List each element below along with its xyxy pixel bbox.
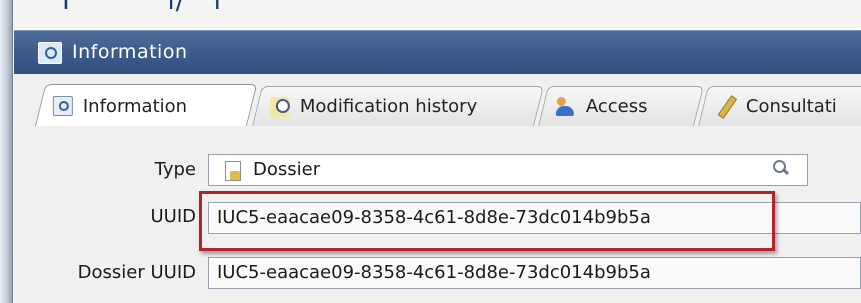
window-frame-left <box>0 0 13 303</box>
window-titlebar: Information <box>14 30 861 74</box>
cropped-heading: T l/ f <box>14 0 861 28</box>
tab-modification-history[interactable]: Modification history <box>252 86 544 126</box>
information-panel: Type Dossier UUID IUC5-eaacae09-8358-4c6… <box>14 126 861 303</box>
tab-consultation[interactable]: Consultati <box>698 86 861 126</box>
dossier-uuid-field[interactable]: IUC5-eaacae09-8358-4c61-8d8e-73dc014b9b5… <box>208 257 861 289</box>
info-window-icon <box>38 42 62 64</box>
tab-information[interactable]: Information <box>34 84 258 127</box>
info-icon <box>52 96 73 116</box>
uuid-label: UUID <box>150 206 196 227</box>
tab-access[interactable]: Access <box>538 86 704 126</box>
tab-label: Modification history <box>299 96 478 117</box>
users-icon <box>556 97 576 117</box>
cropped-heading-text: T l/ f <box>58 0 428 16</box>
type-label: Type <box>154 159 196 180</box>
clock-icon <box>269 96 290 117</box>
dossier-icon <box>225 161 241 181</box>
uuid-field[interactable]: IUC5-eaacae09-8358-4c61-8d8e-73dc014b9b5… <box>208 202 861 234</box>
pen-icon <box>716 97 736 117</box>
type-field[interactable]: Dossier <box>208 154 808 186</box>
tab-label: Access <box>585 96 648 117</box>
tab-label: Information <box>82 95 188 117</box>
tab-label: Consultati <box>745 96 837 117</box>
type-value: Dossier <box>253 159 321 180</box>
tab-bar: Information Modification history Access … <box>14 74 861 127</box>
search-icon[interactable] <box>771 159 789 177</box>
window-title: Information <box>72 41 188 63</box>
dossier-uuid-label: Dossier UUID <box>77 262 196 283</box>
